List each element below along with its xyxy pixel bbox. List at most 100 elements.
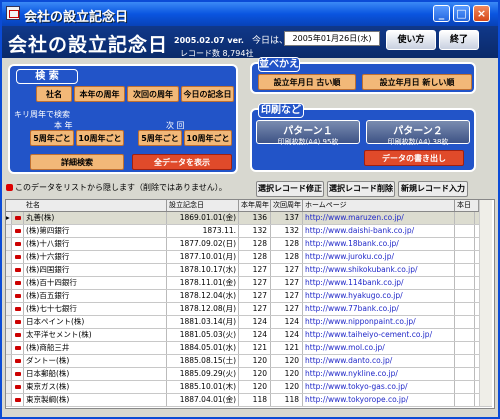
homepage-link[interactable]: http://www.danto.co.jp/ xyxy=(303,355,455,367)
this-year-anniv-cell[interactable]: 124 xyxy=(239,329,271,341)
founding-date-cell[interactable]: 1877.10.01(月) xyxy=(167,251,239,263)
hide-marker-icon[interactable] xyxy=(12,290,24,302)
hide-marker-icon[interactable] xyxy=(12,238,24,250)
homepage-link[interactable]: http://www.114bank.co.jp/ xyxy=(303,277,455,289)
next-anniv-cell[interactable]: 121 xyxy=(271,342,303,354)
homepage-link[interactable]: http://www.77bank.co.jp/ xyxy=(303,303,455,315)
this-year-anniv-cell[interactable]: 136 xyxy=(239,212,271,224)
table-row[interactable]: (株)第四銀行 1873.11. 132 132 http://www.daishi-b… xyxy=(6,225,492,238)
founding-date-cell[interactable]: 1885.09.29(火) xyxy=(167,368,239,380)
this-year-anniv-cell[interactable]: 128 xyxy=(239,238,271,250)
this-year-anniv-cell[interactable]: 128 xyxy=(239,251,271,263)
next-anniv-cell[interactable]: 124 xyxy=(271,316,303,328)
delete-record-button[interactable]: 選択レコード削除 xyxy=(327,181,395,197)
next-anniv-cell[interactable]: 128 xyxy=(271,251,303,263)
next-anniv-cell[interactable]: 127 xyxy=(271,290,303,302)
table-row[interactable]: 日本郵船(株) 1885.09.29(火) 120 120 http://www.nyk… xyxy=(6,368,492,381)
this-year-anniv-cell[interactable]: 120 xyxy=(239,368,271,380)
this-year-anniv-cell[interactable]: 127 xyxy=(239,264,271,276)
sort-asc-button[interactable]: 設立年月日 古い順 xyxy=(258,74,356,90)
homepage-link[interactable]: http://www.taiheiyo-cement.co.jp/ xyxy=(303,329,455,341)
next-anniv-cell[interactable]: 127 xyxy=(271,264,303,276)
homepage-link[interactable]: http://www.juroku.co.jp/ xyxy=(303,251,455,263)
hide-marker-icon[interactable] xyxy=(12,212,24,224)
table-row[interactable]: (株)十六銀行 1877.10.01(月) 128 128 http://www.jur… xyxy=(6,251,492,264)
next-anniv-cell[interactable]: 128 xyxy=(271,238,303,250)
company-name-cell[interactable]: (株)百十四銀行 xyxy=(24,277,167,289)
this-year-anniv-cell[interactable]: 120 xyxy=(239,381,271,393)
table-row[interactable]: 東京製綱(株) 1887.04.01(金) 118 118 http://www.tok… xyxy=(6,394,492,407)
this-year-anniv-cell[interactable]: 118 xyxy=(239,394,271,406)
homepage-link[interactable]: http://www.maruzen.co.jp/ xyxy=(303,212,455,224)
today-date-field[interactable]: 2005年01月26日(水) xyxy=(284,31,380,46)
col-homepage[interactable]: ホームページ xyxy=(303,200,455,211)
hide-marker-icon[interactable] xyxy=(12,251,24,263)
next-anniv-cell[interactable]: 124 xyxy=(271,329,303,341)
col-date[interactable]: 設立記念日 xyxy=(167,200,239,211)
table-row[interactable]: 太平洋セメント(株) 1881.05.03(火) 124 124 http://www.… xyxy=(6,329,492,342)
close-button[interactable]: × xyxy=(473,5,490,22)
company-table[interactable]: 社名 設立記念日 本年周年 次回周年 ホームページ 本日 ▸ 丸善(株) 1869.… xyxy=(5,199,495,409)
hide-marker-icon[interactable] xyxy=(12,355,24,367)
company-name-cell[interactable]: 丸善(株) xyxy=(24,212,167,224)
exit-button[interactable]: 終了 xyxy=(439,30,479,50)
company-name-cell[interactable]: 東京製綱(株) xyxy=(24,394,167,406)
company-name-cell[interactable]: 日本郵船(株) xyxy=(24,368,167,380)
founding-date-cell[interactable]: 1885.08.15(土) xyxy=(167,355,239,367)
howto-button[interactable]: 使い方 xyxy=(386,30,436,50)
detail-search-button[interactable]: 詳細検索 xyxy=(30,154,124,170)
hide-marker-icon[interactable] xyxy=(12,329,24,341)
founding-date-cell[interactable]: 1878.12.08(月) xyxy=(167,303,239,315)
table-row[interactable]: (株)七十七銀行 1878.12.08(月) 127 127 http://www.77… xyxy=(6,303,492,316)
hide-marker-icon[interactable] xyxy=(12,264,24,276)
founding-date-cell[interactable]: 1885.10.01(木) xyxy=(167,381,239,393)
table-row[interactable]: 日本ペイント(株) 1881.03.14(月) 124 124 http://www.n… xyxy=(6,316,492,329)
company-name-cell[interactable]: (株)十八銀行 xyxy=(24,238,167,250)
company-name-cell[interactable]: (株)第四銀行 xyxy=(24,225,167,237)
hide-marker-icon[interactable] xyxy=(12,225,24,237)
this-year-anniv-cell[interactable]: 121 xyxy=(239,342,271,354)
next-anniv-cell[interactable]: 118 xyxy=(271,394,303,406)
founding-date-cell[interactable]: 1878.11.01(金) xyxy=(167,277,239,289)
founding-date-cell[interactable]: 1878.10.17(水) xyxy=(167,264,239,276)
next-anniv-cell[interactable]: 120 xyxy=(271,355,303,367)
founding-date-cell[interactable]: 1873.11. xyxy=(167,225,239,237)
table-row[interactable]: (株)百十四銀行 1878.11.01(金) 127 127 http://www.11… xyxy=(6,277,492,290)
company-name-cell[interactable]: (株)四国銀行 xyxy=(24,264,167,276)
founding-date-cell[interactable]: 1881.03.14(月) xyxy=(167,316,239,328)
col-name[interactable]: 社名 xyxy=(24,200,167,211)
kiri-5-next-button[interactable]: 5周年ごと xyxy=(138,130,182,146)
kiri-10-this-year-button[interactable]: 10周年ごと xyxy=(76,130,124,146)
homepage-link[interactable]: http://www.daishi-bank.co.jp/ xyxy=(303,225,455,237)
founding-date-cell[interactable]: 1869.01.01(金) xyxy=(167,212,239,224)
search-next-button[interactable]: 次回の周年 xyxy=(127,86,179,102)
sort-desc-button[interactable]: 設立年月日 新しい順 xyxy=(362,74,472,90)
next-anniv-cell[interactable]: 137 xyxy=(271,212,303,224)
kiri-10-next-button[interactable]: 10周年ごと xyxy=(184,130,232,146)
company-name-cell[interactable]: 日本ペイント(株) xyxy=(24,316,167,328)
next-anniv-cell[interactable]: 120 xyxy=(271,368,303,380)
table-row[interactable]: (株)商船三井 1884.05.01(水) 121 121 http://www.mol… xyxy=(6,342,492,355)
kiri-5-this-year-button[interactable]: 5周年ごと xyxy=(30,130,74,146)
founding-date-cell[interactable]: 1887.04.01(金) xyxy=(167,394,239,406)
founding-date-cell[interactable]: 1881.05.03(火) xyxy=(167,329,239,341)
search-name-button[interactable]: 社名 xyxy=(36,86,72,102)
homepage-link[interactable]: http://www.nipponpaint.co.jp/ xyxy=(303,316,455,328)
col-this-year[interactable]: 本年周年 xyxy=(239,200,271,211)
homepage-link[interactable]: http://www.shikokubank.co.jp/ xyxy=(303,264,455,276)
hide-marker-icon[interactable] xyxy=(12,316,24,328)
search-this-year-button[interactable]: 本年の周年 xyxy=(74,86,125,102)
hide-marker-icon[interactable] xyxy=(12,394,24,406)
homepage-link[interactable]: http://www.hyakugo.co.jp/ xyxy=(303,290,455,302)
next-anniv-cell[interactable]: 127 xyxy=(271,277,303,289)
title-bar[interactable]: 会社の設立記念日 _ □ × xyxy=(2,2,498,26)
homepage-link[interactable]: http://www.tokyorope.co.jp/ xyxy=(303,394,455,406)
this-year-anniv-cell[interactable]: 124 xyxy=(239,316,271,328)
modify-record-button[interactable]: 選択レコード修正 xyxy=(256,181,324,197)
homepage-link[interactable]: http://www.18bank.co.jp/ xyxy=(303,238,455,250)
founding-date-cell[interactable]: 1877.09.02(日) xyxy=(167,238,239,250)
minimize-button[interactable]: _ xyxy=(433,5,450,22)
this-year-anniv-cell[interactable]: 132 xyxy=(239,225,271,237)
hide-marker-icon[interactable] xyxy=(12,381,24,393)
this-year-anniv-cell[interactable]: 127 xyxy=(239,277,271,289)
